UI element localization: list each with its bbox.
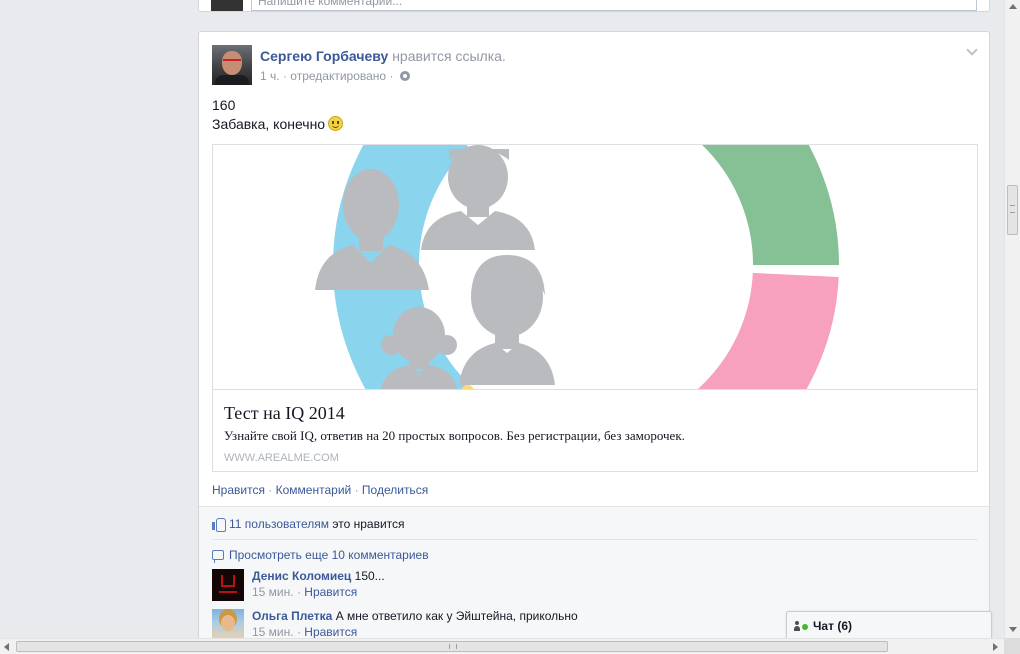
girl-figure	[459, 255, 555, 385]
attachment-title[interactable]: Тест на IQ 2014	[224, 403, 345, 424]
comment-body: Денис Коломиец 150...	[252, 569, 385, 583]
action-separator: ·	[354, 483, 359, 497]
comment-text: 150...	[354, 569, 385, 583]
smile-emoticon-icon	[328, 116, 344, 131]
comment-author-avatar[interactable]	[212, 609, 244, 638]
vertical-scroll-thumb[interactable]	[1007, 185, 1018, 235]
avatar-logo-bar	[219, 591, 237, 593]
comment-text: А мне ответило как у Эйштейна, прикольно	[335, 609, 578, 623]
story-card: Сергею Горбачеву нравится ссылка. 1 ч. ·…	[198, 31, 990, 638]
story-headline: Сергею Горбачеву нравится ссылка.	[260, 48, 506, 64]
previous-story-card: Напишите комментарий...	[198, 0, 990, 12]
horizontal-scrollbar[interactable]	[0, 638, 1004, 654]
comment-author-link[interactable]: Денис Коломиец	[252, 569, 351, 583]
news-feed-viewport: Напишите комментарий... Сергею Горбачеву…	[0, 0, 1004, 638]
link-attachment[interactable]: Тест на IQ 2014 Узнайте свой IQ, ответив…	[212, 144, 978, 472]
story-message-line-2: Забавка, конечно	[212, 116, 344, 132]
likes-count-link[interactable]: 11 пользователям	[229, 517, 329, 531]
story-timestamp[interactable]: 1 ч.	[260, 69, 280, 83]
previous-comment-input[interactable]: Напишите комментарий...	[251, 0, 977, 11]
ring-gap	[667, 261, 681, 267]
actor-name-link[interactable]: Сергею Горбачеву	[260, 48, 388, 64]
avatar-portrait	[221, 615, 235, 631]
avatar-glasses	[223, 59, 241, 63]
scroll-down-arrow-icon[interactable]	[1009, 627, 1017, 632]
attachment-domain: WWW.AREALME.COM	[224, 452, 339, 464]
story-message-line-1: 160	[212, 97, 236, 113]
story-action-links: Нравится · Комментарий · Поделиться	[212, 483, 428, 497]
attachment-image[interactable]	[213, 145, 977, 389]
grip-icon	[449, 644, 457, 649]
comment-body: Ольга Плетка А мне ответило как у Эйштей…	[252, 609, 578, 623]
like-link[interactable]: Нравится	[212, 483, 265, 497]
view-more-comments: Просмотреть еще 10 комментариев	[212, 539, 978, 563]
comment-link[interactable]: Комментарий	[276, 483, 352, 497]
comment-time[interactable]: 15 мин.	[252, 625, 294, 638]
attachment-details[interactable]: Тест на IQ 2014 Узнайте свой IQ, ответив…	[213, 389, 977, 471]
share-link[interactable]: Поделиться	[362, 483, 428, 497]
view-more-comments-link[interactable]: Просмотреть еще 10 комментариев	[229, 548, 429, 562]
globe-icon[interactable]	[399, 71, 410, 81]
comment-like-link[interactable]: Нравится	[304, 585, 357, 599]
edited-label[interactable]: отредактировано	[290, 69, 386, 83]
comment-time[interactable]: 15 мин.	[252, 585, 294, 599]
person-icon	[794, 621, 800, 631]
online-status-icon	[802, 624, 808, 630]
chevron-down-icon[interactable]	[966, 44, 978, 56]
thumbs-up-icon	[212, 518, 226, 532]
story-action-text: нравится ссылка.	[392, 48, 506, 64]
actor-avatar[interactable]	[212, 45, 252, 85]
iq-test-illustration	[315, 145, 839, 389]
story-message-text: Забавка, конечно	[212, 116, 326, 132]
comment-author-link[interactable]: Ольга Плетка	[252, 609, 332, 623]
comment-author-avatar[interactable]	[212, 569, 244, 601]
comment-meta: 15 мин. · Нравится	[252, 625, 357, 638]
meta-separator: ·	[389, 69, 397, 83]
avatar-body	[215, 75, 249, 85]
avatar-logo-mark	[221, 575, 235, 587]
chat-sidebar-toggle[interactable]: Чат (6)	[786, 611, 992, 638]
vertical-scrollbar[interactable]	[1004, 0, 1020, 638]
attachment-description: Узнайте свой IQ, ответив на 20 простых в…	[224, 428, 685, 443]
comment-meta: 15 мин. · Нравится	[252, 585, 357, 599]
likes-summary: 11 пользователям это нравится	[212, 517, 405, 532]
scroll-up-arrow-icon[interactable]	[1009, 4, 1017, 9]
comment-bubble-icon	[212, 550, 224, 563]
scrollbar-corner	[1004, 638, 1020, 654]
action-separator: ·	[268, 483, 273, 497]
avatar-face	[222, 51, 242, 75]
likes-suffix: это нравится	[332, 517, 405, 531]
story-meta: 1 ч. · отредактировано ·	[260, 69, 410, 83]
previous-comment-avatar	[211, 0, 243, 11]
scroll-right-arrow-icon[interactable]	[993, 643, 998, 651]
comment-item: Денис Коломиец 150... 15 мин. · Нравится	[212, 569, 978, 605]
grip-icon	[1010, 205, 1015, 213]
scroll-left-arrow-icon[interactable]	[4, 643, 9, 651]
chat-label: Чат (6)	[813, 619, 852, 633]
horizontal-scroll-thumb[interactable]	[16, 641, 888, 652]
comment-like-link[interactable]: Нравится	[304, 625, 357, 638]
